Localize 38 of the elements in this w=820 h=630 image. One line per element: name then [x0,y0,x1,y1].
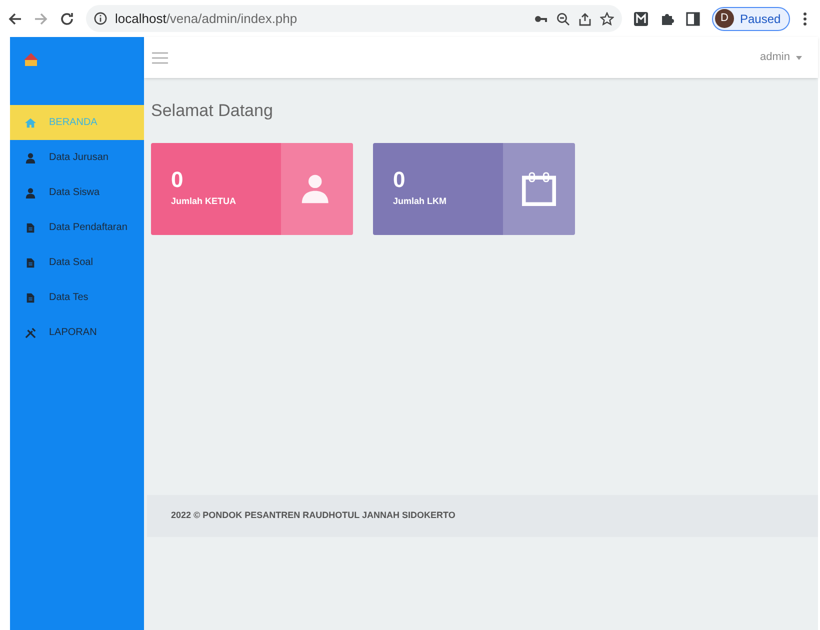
zoom-icon[interactable] [556,12,570,26]
stat-label: Jumlah LKM [393,194,448,208]
stat-label: Jumlah KETUA [171,194,238,208]
sidebar-item[interactable]: Data Pendaftaran [10,210,144,245]
stat-value: 0 [171,168,184,190]
page-title: Selamat Datang [150,100,274,122]
tools-icon [25,326,36,338]
avatar: D [715,9,734,28]
stat-value: 0 [393,168,406,190]
puzzle-icon[interactable] [660,12,674,26]
profile-button[interactable]: D Paused [712,6,790,30]
profile-status: Paused [740,10,781,28]
user-icon [25,186,36,198]
sidebar-item[interactable]: Data Siswa [10,175,144,210]
footer-text: 2022 © PONDOK PESANTREN RAUDHOTUL JANNAH SIDOKERTO [171,509,456,522]
reload-icon[interactable] [60,12,74,26]
more-icon[interactable] [802,10,808,26]
star-icon[interactable] [600,12,614,26]
extension-icon[interactable] [634,12,648,26]
logo-icon [24,53,38,66]
document-icon [25,256,36,268]
url-text: localhost/vena/admin/index.php [115,10,298,28]
address-bar[interactable]: localhost/vena/admin/index.php [86,5,622,32]
sidebar-item[interactable]: Data Soal [10,245,144,280]
sidebar-item[interactable]: LAPORAN [10,315,144,350]
document-icon [25,222,36,234]
document-icon [25,292,36,304]
share-icon[interactable] [578,12,592,26]
sidebar-item[interactable]: Data Tes [10,280,144,315]
caret-icon [796,56,802,60]
sidebar-item[interactable]: Data Jurusan [10,140,144,175]
info-icon[interactable] [94,12,107,25]
home-icon [25,116,36,128]
calendar-icon [522,172,556,206]
user-menu[interactable]: admin [760,49,810,66]
user-icon [25,152,36,164]
side-panel-icon[interactable] [686,12,700,26]
back-icon[interactable] [8,12,22,26]
